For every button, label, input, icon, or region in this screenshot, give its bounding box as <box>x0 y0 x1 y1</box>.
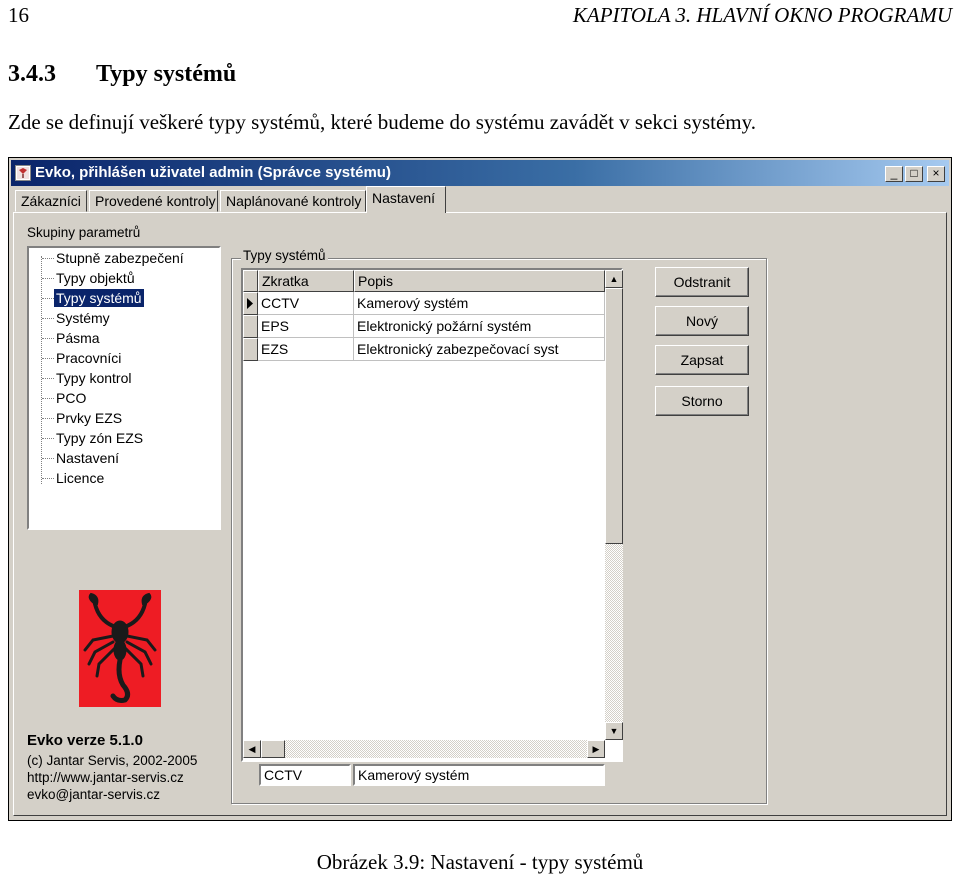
scorpion-icon <box>83 592 157 703</box>
copyright-label: (c) Jantar Servis, 2002-2005 <box>27 753 198 768</box>
cell-description[interactable]: Elektronický zabezpečovací syst <box>354 338 605 361</box>
column-header-description[interactable]: Popis <box>354 270 605 292</box>
figure-caption: Obrázek 3.9: Nastavení - typy systémů <box>316 850 644 874</box>
cell-code[interactable]: EZS <box>258 338 354 361</box>
tree-item-object-types[interactable]: Typy objektů <box>56 269 135 287</box>
scroll-down-icon[interactable]: ▼ <box>605 722 623 740</box>
row-header <box>243 315 258 338</box>
title-bar: Evko, přihlášen uživatel admin (Správce … <box>11 160 949 186</box>
section-number: 3.4.3 <box>8 61 56 87</box>
remove-button[interactable]: Odstranit <box>655 267 749 297</box>
maximize-icon[interactable]: □ <box>905 166 923 182</box>
app-icon <box>15 165 31 181</box>
parameter-groups-tree: Stupně zabezpečení Typy objektů Typy sys… <box>27 246 221 530</box>
tree-connector <box>42 278 54 279</box>
table-row[interactable]: CCTV Kamerový systém <box>243 292 605 315</box>
tree-item-pco[interactable]: PCO <box>56 389 86 407</box>
cancel-button[interactable]: Storno <box>655 386 749 416</box>
tree-connector <box>41 256 43 484</box>
save-button[interactable]: Zapsat <box>655 345 749 375</box>
horizontal-scroll-thumb[interactable] <box>261 740 285 758</box>
scroll-up-icon[interactable]: ▲ <box>605 270 623 288</box>
app-window: Evko, přihlášen uživatel admin (Správce … <box>8 157 952 821</box>
tab-planned-checks[interactable]: Naplánované kontroly <box>220 190 366 212</box>
tree-connector <box>42 418 54 419</box>
tree-item-workers[interactable]: Pracovníci <box>56 349 121 367</box>
tree-connector <box>42 338 54 339</box>
cell-description[interactable]: Kamerový systém <box>354 292 605 315</box>
system-types-grid[interactable]: Zkratka Popis CCTV Kamerový systém EPS E… <box>241 268 623 762</box>
table-row[interactable]: EPS Elektronický požární systém <box>243 315 605 338</box>
horizontal-scrollbar[interactable]: ◀ ▶ <box>243 740 605 758</box>
minimize-icon[interactable]: _ <box>885 166 903 182</box>
table-row[interactable]: EZS Elektronický zabezpečovací syst <box>243 338 605 361</box>
scroll-left-icon[interactable]: ◀ <box>243 740 261 758</box>
intro-paragraph: Zde se definují veškeré typy systémů, kt… <box>8 110 757 134</box>
description-field[interactable]: Kamerový systém <box>353 764 605 786</box>
parameter-groups-label: Skupiny parametrů <box>27 225 141 240</box>
tree-connector <box>42 258 54 259</box>
grid-corner <box>243 270 258 292</box>
page-number: 16 <box>8 3 29 27</box>
column-header-code[interactable]: Zkratka <box>258 270 354 292</box>
tree-connector <box>42 318 54 319</box>
tree-connector <box>42 398 54 399</box>
tree-item-system-types[interactable]: Typy systémů <box>54 289 144 307</box>
tree-connector <box>42 298 54 299</box>
code-field[interactable]: CCTV <box>259 764 351 786</box>
tree-item-ezs-zone-types[interactable]: Typy zón EZS <box>56 429 143 447</box>
tree-connector <box>42 378 54 379</box>
tab-settings[interactable]: Nastavení <box>366 186 446 213</box>
system-types-label: Typy systémů <box>241 248 328 263</box>
tab-completed-checks[interactable]: Provedené kontroly <box>89 190 218 212</box>
tree-item-security-levels[interactable]: Stupně zabezpečení <box>56 249 184 267</box>
scorpion-logo <box>79 590 161 707</box>
tree-item-check-types[interactable]: Typy kontrol <box>56 369 131 387</box>
row-header <box>243 338 258 361</box>
close-icon[interactable]: × <box>927 166 945 182</box>
tree-item-zones[interactable]: Pásma <box>56 329 100 347</box>
cell-code[interactable]: EPS <box>258 315 354 338</box>
website-link[interactable]: http://www.jantar-servis.cz <box>27 770 184 785</box>
tree-item-license[interactable]: Licence <box>56 469 104 487</box>
cell-code[interactable]: CCTV <box>258 292 354 315</box>
chapter-header: KAPITOLA 3. HLAVNÍ OKNO PROGRAMU <box>572 3 952 27</box>
window-title: Evko, přihlášen uživatel admin (Správce … <box>35 164 391 181</box>
vertical-scrollbar[interactable]: ▲ ▼ <box>605 270 623 740</box>
tree-item-settings[interactable]: Nastavení <box>56 449 119 467</box>
tree-item-ezs-elements[interactable]: Prvky EZS <box>56 409 122 427</box>
tree-item-systems[interactable]: Systémy <box>56 309 110 327</box>
email-link[interactable]: evko@jantar-servis.cz <box>27 787 160 802</box>
row-indicator-icon <box>243 292 258 315</box>
cell-description[interactable]: Elektronický požární systém <box>354 315 605 338</box>
tree-connector <box>42 458 54 459</box>
tree-connector <box>42 438 54 439</box>
tree-connector <box>42 478 54 479</box>
version-label: Evko verze 5.1.0 <box>27 732 143 749</box>
tab-customers[interactable]: Zákazníci <box>15 190 87 212</box>
section-title: Typy systémů <box>96 61 237 87</box>
vertical-scroll-thumb[interactable] <box>605 288 623 544</box>
tree-connector <box>42 358 54 359</box>
scroll-right-icon[interactable]: ▶ <box>587 740 605 758</box>
new-button[interactable]: Nový <box>655 306 749 336</box>
